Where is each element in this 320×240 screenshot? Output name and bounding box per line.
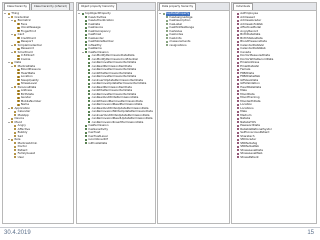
class-hierarchy-pane: Class hierarchy Class hierarchy (inferre… (2, 2, 74, 224)
class-icon (7, 12, 10, 15)
individual-icon (236, 54, 239, 57)
data-property-tree: topDataProperty hasAssignedAge hasDescript… (158, 11, 229, 47)
property-icon (84, 19, 88, 22)
tree-item-label: resignations (169, 43, 187, 47)
property-icon (81, 12, 84, 15)
tree-item-label: User (17, 155, 25, 159)
tree-item[interactable]: isPrivateData (78, 142, 155, 146)
footer-page-number: 15 (307, 230, 314, 236)
individuals-pane: Individuals AAEmployee Addressed AddressGr… (231, 2, 317, 224)
footer-divider (0, 227, 320, 228)
individual-icon (236, 131, 239, 134)
individuals-tabbar: Individuals (232, 3, 316, 11)
tree-item-label: StressPatient (240, 155, 259, 159)
class-icon (17, 96, 20, 99)
individual-icon (236, 12, 239, 15)
individual-icon (236, 145, 239, 148)
property-icon (84, 142, 88, 145)
tree-item-label: Cookie (20, 57, 31, 61)
property-icon (84, 26, 88, 29)
individuals-list: AAEmployee Addressed AddressGrader AddressI… (232, 11, 316, 159)
class-icon (17, 54, 20, 57)
class-icon (17, 26, 20, 29)
object-property-pane: Object property hierarchy topObjectPrope… (76, 2, 156, 224)
data-property-tabbar: Data property hierarchy (158, 3, 229, 11)
slide-footer: 30.4.2019 15 (0, 226, 320, 240)
property-icon (84, 47, 88, 50)
individual-icon (236, 68, 239, 71)
individual-icon (236, 103, 239, 106)
individual-icon (236, 40, 239, 43)
individual-icon (236, 96, 239, 99)
class-icon (10, 138, 14, 141)
data-property-pane: Data property hierarchy topDataProperty h… (157, 2, 230, 224)
individual-icon (236, 82, 239, 85)
property-icon (84, 138, 88, 141)
individual-icon (236, 124, 239, 127)
object-property-tabbar: Object property hierarchy (77, 3, 155, 11)
individual-icon (236, 156, 239, 159)
property-icon (84, 131, 88, 134)
individual-icon (236, 138, 239, 141)
class-icon (17, 68, 20, 71)
object-property-tree: topObjectProperty hasActivities hasAuthent… (77, 11, 155, 145)
data-property-icon (165, 26, 169, 29)
tab-class-hierarchy[interactable]: Class hierarchy (4, 3, 30, 10)
data-property-icon (165, 19, 169, 22)
data-property-icon (162, 12, 165, 15)
individual-icon (236, 75, 239, 78)
tree-item-label: isPrivateData (88, 141, 108, 145)
individual-icon (236, 110, 239, 113)
class-icon (10, 61, 14, 64)
data-property-icon (165, 40, 169, 43)
class-icon (17, 89, 20, 92)
class-icon (13, 156, 17, 159)
individual-icon (236, 117, 239, 120)
tree-item[interactable]: StressPatient (233, 156, 316, 160)
tab-individuals[interactable]: Individuals (233, 3, 253, 10)
tab-class-hierarchy-inferred[interactable]: Class hierarchy (inferred) (30, 3, 70, 10)
data-property-icon (165, 33, 169, 36)
footer-date: 30.4.2019 (4, 230, 31, 236)
class-icon (17, 75, 20, 78)
individual-icon (236, 26, 239, 29)
property-icon (84, 40, 88, 43)
individual-icon (236, 19, 239, 22)
individual-icon (236, 89, 239, 92)
data-property-icon (165, 44, 169, 47)
tab-data-property-hierarchy[interactable]: Data property hierarchy (159, 3, 197, 10)
individual-icon (236, 152, 239, 155)
individual-icon (236, 61, 239, 64)
class-tree: Thing Credential Biometric Face VoiceMessage… (3, 11, 73, 159)
individual-icon (236, 33, 239, 36)
tree-item[interactable]: User (4, 156, 73, 160)
property-icon (84, 33, 88, 36)
individual-icon (236, 47, 239, 50)
property-icon (84, 124, 88, 127)
tab-object-property-hierarchy[interactable]: Object property hierarchy (78, 3, 118, 10)
class-icon (10, 117, 14, 120)
class-hierarchy-tabbar: Class hierarchy Class hierarchy (inferre… (3, 3, 73, 11)
tree-item[interactable]: resignations (159, 44, 229, 48)
